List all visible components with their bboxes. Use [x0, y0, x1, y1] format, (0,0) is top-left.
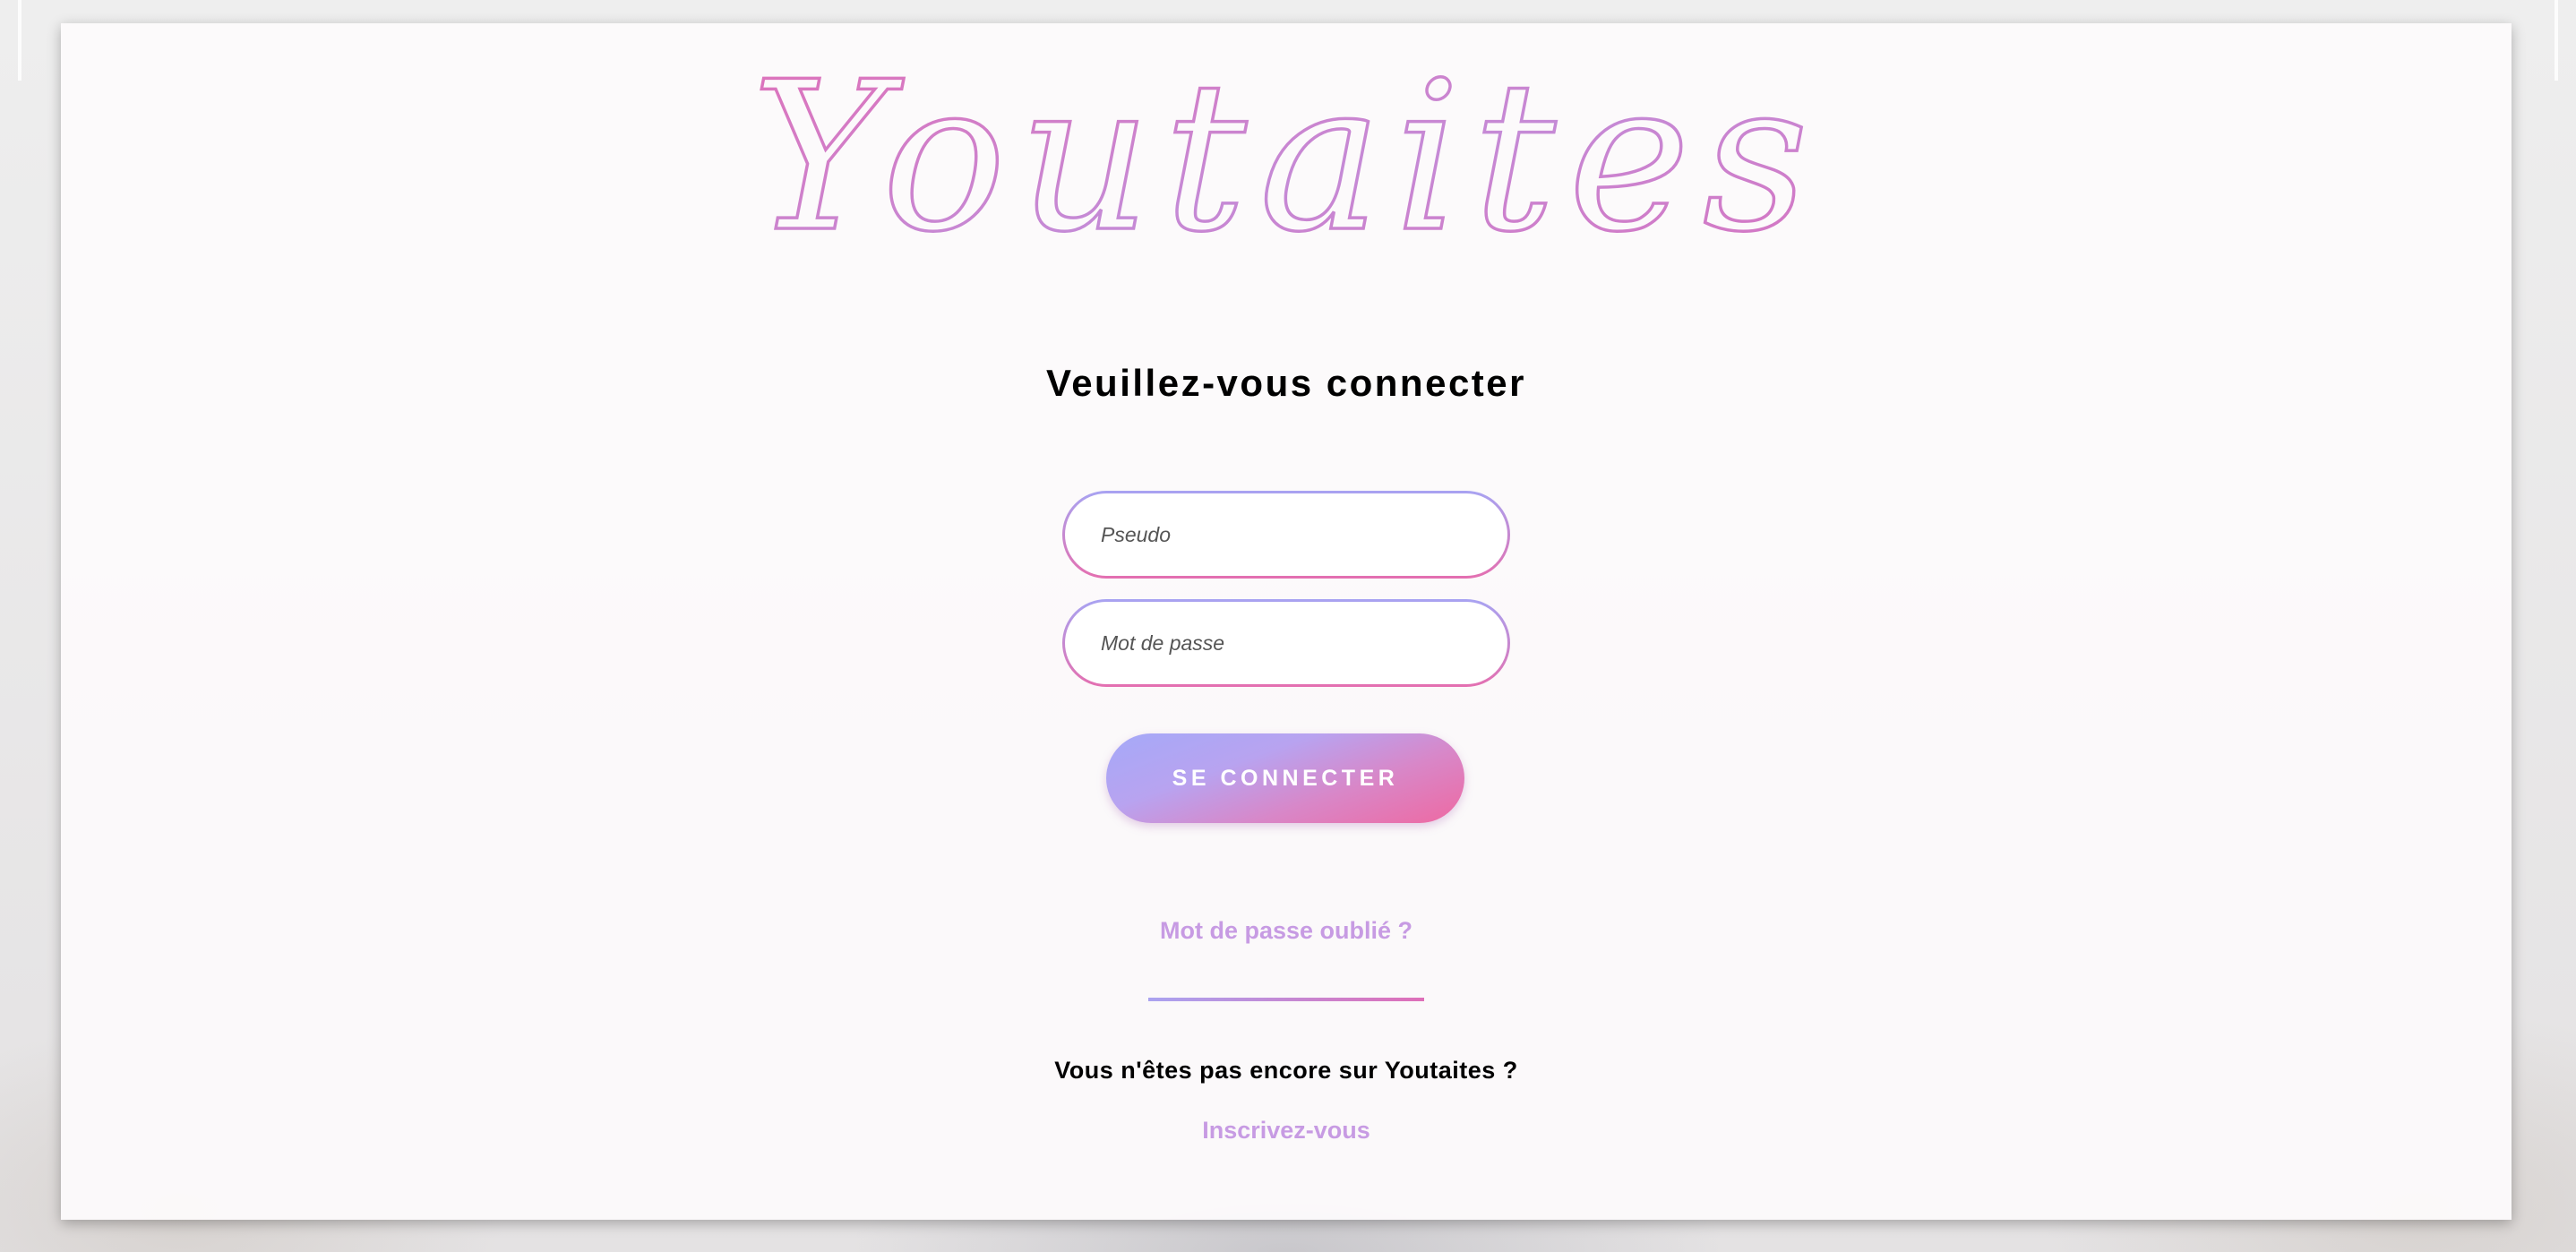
pseudo-input[interactable] [1065, 493, 1507, 576]
forgot-password-link[interactable]: Mot de passe oublié ? [1160, 917, 1413, 944]
site-logo: Youtaites [61, 37, 2512, 287]
password-input[interactable] [1065, 602, 1507, 684]
login-card: Youtaites Veuillez-vous connecter SE CON… [61, 23, 2512, 1220]
logo-svg: Youtaites [750, 37, 1810, 279]
signup-row: Inscrivez-vous [61, 1117, 2512, 1145]
pseudo-field-wrapper [1062, 491, 1510, 579]
page-title: Veuillez-vous connecter [1046, 362, 1526, 404]
signup-prompt: Vous n'êtes pas encore sur Youtaites ? [1054, 1057, 1518, 1084]
divider [1148, 998, 1424, 1001]
logo-text: Youtaites [751, 39, 1821, 278]
signup-link[interactable]: Inscrivez-vous [1202, 1117, 1370, 1144]
forgot-password-row: Mot de passe oublié ? [61, 917, 2512, 945]
login-button[interactable]: SE CONNECTER [1106, 733, 1464, 823]
password-field-wrapper [1062, 599, 1510, 687]
